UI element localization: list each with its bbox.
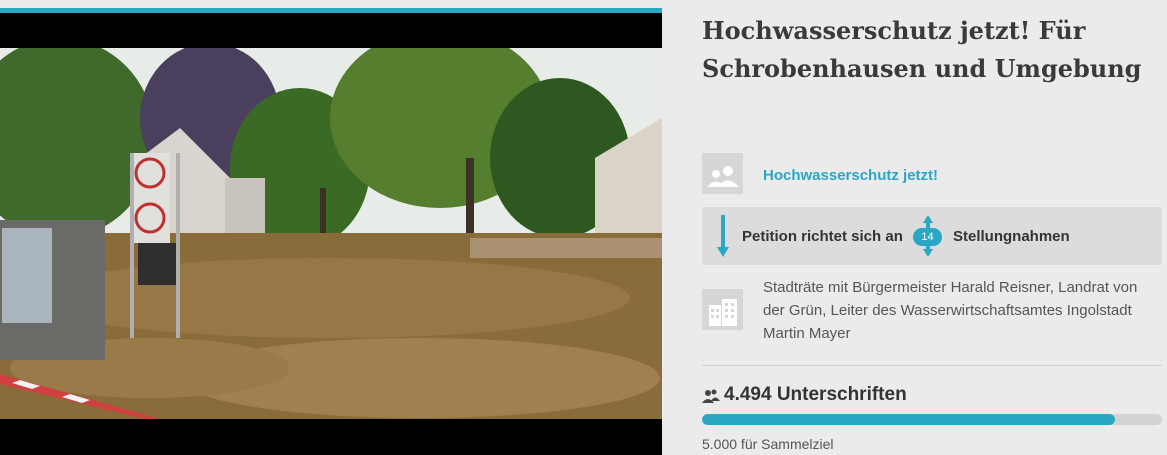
statements-link[interactable]: Stellungnahmen (953, 228, 1070, 245)
petition-title: Hochwasserschutz jetzt! Für Schrobenhaus… (702, 16, 1142, 83)
initiator-row: Hochwasserschutz jetzt! (702, 153, 1162, 195)
statements-count-badge[interactable]: 14 (913, 228, 942, 246)
recipient-row: Stadträte mit Bürgermeister Harald Reisn… (702, 274, 1162, 354)
users-icon (702, 389, 720, 403)
addressed-label: Petition richtet sich an (742, 228, 903, 245)
signature-count: 4.494 Unterschriften (724, 384, 907, 405)
petition-info: Hochwasserschutz jetzt! Für Schrobenhaus… (702, 0, 1167, 455)
addressed-bar: Petition richtet sich an 14 Stellungnahm… (702, 207, 1162, 265)
arrow-down-icon (716, 215, 730, 257)
users-icon (702, 153, 743, 194)
video-player[interactable] (0, 8, 662, 455)
signature-progress-fill (702, 414, 1116, 425)
video-accent-bar (0, 8, 662, 13)
building-icon (702, 289, 743, 330)
signature-progress-bar (702, 414, 1162, 425)
flood-scene-image[interactable] (0, 48, 662, 419)
divider (702, 365, 1162, 366)
initiator-link[interactable]: Hochwasserschutz jetzt! (763, 167, 938, 184)
goal-text: 5.000 für Sammelziel (702, 436, 834, 452)
petition-page: Hochwasserschutz jetzt! Für Schrobenhaus… (0, 0, 1167, 455)
recipient-text: Stadträte mit Bürgermeister Harald Reisn… (763, 279, 1138, 342)
